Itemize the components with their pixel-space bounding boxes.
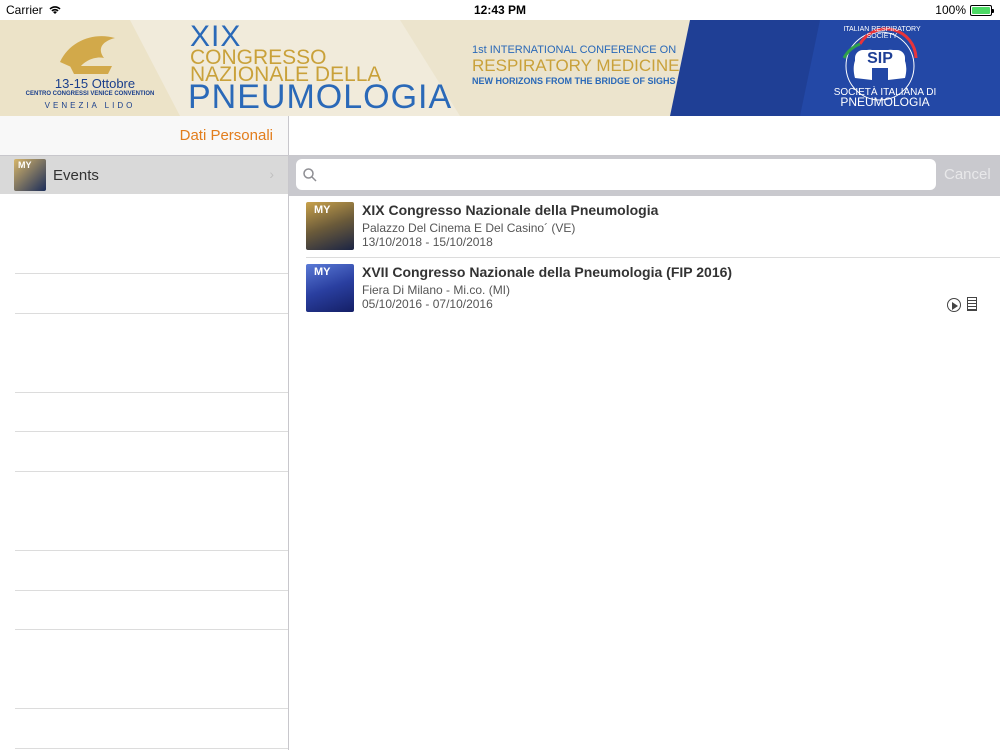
event-location: Palazzo Del Cinema E Del Casino´ (VE) [362, 221, 576, 235]
dati-personali-button[interactable]: Dati Personali [180, 127, 273, 144]
banner-venue: CENTRO CONGRESSI VENICE CONVENTION [25, 91, 155, 97]
row-separator [15, 273, 288, 274]
sidebar-item-events[interactable]: MY Events › [0, 156, 288, 194]
search-icon [303, 167, 317, 182]
event-row[interactable]: MY XVII Congresso Nazionale della Pneumo… [289, 258, 1000, 320]
banner-international: 1st INTERNATIONAL CONFERENCE ON [472, 44, 677, 56]
sidebar: MY Events › [0, 156, 288, 750]
detail-nav-bar [289, 116, 1000, 156]
banner-respiratory: RESPIRATORY MEDICINE [472, 56, 680, 75]
status-bar: Carrier 12:43 PM 100% [0, 0, 1000, 20]
chevron-right-icon: › [269, 166, 274, 182]
event-dates: 05/10/2016 - 07/10/2016 [362, 297, 493, 311]
event-dates: 13/10/2018 - 15/10/2018 [362, 235, 493, 249]
event-title: XIX Congresso Nazionale della Pneumologi… [362, 202, 659, 218]
status-time: 12:43 PM [473, 3, 527, 17]
row-separator [15, 431, 288, 432]
sip-logo: SIP [855, 50, 905, 68]
row-separator [15, 550, 288, 551]
master-nav-bar: Dati Personali [0, 116, 288, 156]
search-input[interactable] [323, 166, 936, 183]
battery-fill [972, 6, 990, 14]
row-separator [15, 590, 288, 591]
society-arc: ITALIAN RESPIRATORY SOCIETY [843, 26, 921, 40]
row-separator [15, 471, 288, 472]
search-field[interactable] [296, 159, 936, 190]
banner-pneumologia: PNEUMOLOGIA [188, 78, 453, 116]
row-separator [15, 748, 288, 749]
banner-bridge: NEW HORIZONS FROM THE BRIDGE OF SIGHS [472, 76, 676, 86]
sidebar-item-label: Events [53, 166, 99, 184]
congress-banner: 13-15 Ottobre CENTRO CONGRESSI VENICE CO… [0, 20, 1000, 116]
row-separator [15, 392, 288, 393]
battery-icon [970, 4, 994, 16]
event-thumb: MY [306, 264, 354, 312]
event-thumb: MY [306, 202, 354, 250]
events-thumb-icon: MY [14, 159, 46, 191]
banner-lido: VENEZIA LIDO [44, 101, 136, 110]
row-separator [15, 313, 288, 314]
event-title: XVII Congresso Nazionale della Pneumolog… [362, 264, 733, 280]
cancel-button[interactable]: Cancel [944, 166, 991, 183]
banner-date: 13-15 Ottobre [54, 76, 136, 91]
society-pneumologia: PNEUMOLOGIA [840, 95, 930, 109]
play-video-icon[interactable] [947, 298, 961, 312]
battery-percent: 100% [935, 3, 966, 17]
search-bar: Cancel [289, 156, 1000, 196]
event-location: Fiera Di Milano - Mi.co. (MI) [362, 283, 511, 297]
row-separator [15, 629, 288, 630]
status-right: 100% [935, 3, 994, 17]
battery-tip [992, 8, 994, 13]
row-separator [15, 708, 288, 709]
document-icon[interactable] [967, 297, 977, 311]
event-row[interactable]: MY XIX Congresso Nazionale della Pneumol… [289, 196, 1000, 258]
